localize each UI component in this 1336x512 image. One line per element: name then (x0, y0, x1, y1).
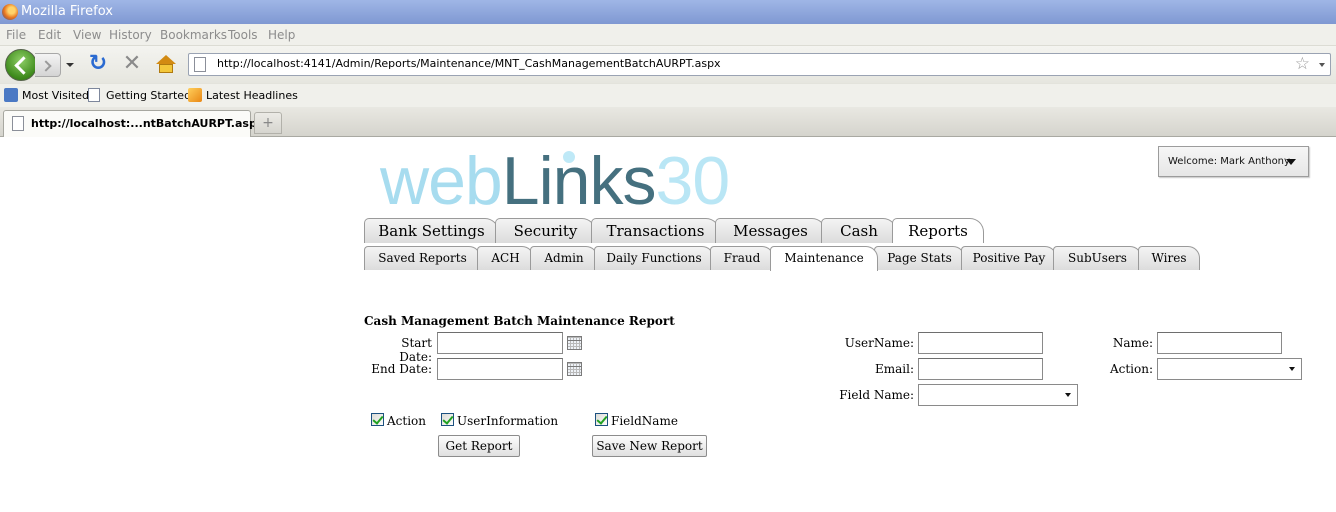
menu-bar: File Edit View History Bookmarks Tools H… (0, 24, 1336, 46)
browser-tab-active[interactable]: http://localhost:...ntBatchAURPT.aspx (3, 110, 264, 137)
subtab-admin[interactable]: Admin (530, 246, 598, 270)
most-visited-icon (4, 88, 18, 102)
subtab-page-stats[interactable]: Page Stats (874, 246, 965, 270)
weblinks-logo: webLinks30 (379, 143, 730, 212)
address-bar[interactable]: http://localhost:4141/Admin/Reports/Main… (188, 53, 1331, 76)
home-icon[interactable] (154, 53, 178, 77)
userinformation-checkbox-label: UserInformation (457, 414, 559, 428)
start-date-input[interactable] (437, 332, 563, 354)
tab-cash[interactable]: Cash (821, 218, 897, 243)
report-title: Cash Management Batch Maintenance Report (364, 314, 675, 328)
menu-history[interactable]: History (109, 28, 152, 42)
save-new-report-button[interactable]: Save New Report (592, 435, 707, 457)
bookmark-most-visited[interactable]: Most Visited (22, 89, 89, 102)
subtab-maintenance[interactable]: Maintenance (770, 246, 878, 271)
action-label: Action: (1109, 362, 1153, 376)
chevron-down-icon (1065, 393, 1071, 397)
userinformation-checkbox[interactable] (441, 413, 454, 426)
field-name-label: Field Name: (839, 388, 914, 402)
calendar-icon[interactable] (567, 336, 582, 350)
chevron-down-icon (1286, 159, 1296, 165)
getting-started-icon (88, 88, 100, 102)
page-icon (12, 116, 24, 131)
fieldname-checkbox-label: FieldName (611, 414, 678, 428)
subtab-saved-reports[interactable]: Saved Reports (364, 246, 481, 270)
logo-part-links: Links (502, 143, 656, 212)
tab-security[interactable]: Security (495, 218, 596, 243)
end-date-input[interactable] (437, 358, 563, 380)
action-checkbox[interactable] (371, 413, 384, 426)
name-input[interactable] (1157, 332, 1282, 354)
end-date-label: End Date: (371, 362, 432, 376)
reload-icon[interactable]: ↻ (86, 53, 110, 77)
forward-button[interactable] (35, 53, 61, 77)
back-button[interactable] (5, 49, 37, 81)
rss-icon (188, 88, 202, 102)
email-input[interactable] (918, 358, 1043, 380)
menu-file[interactable]: File (6, 28, 26, 42)
bookmarks-toolbar: Most Visited Getting Started Latest Head… (0, 83, 1336, 107)
name-label: Name: (1112, 336, 1153, 350)
calendar-icon[interactable] (567, 362, 582, 376)
firefox-logo-icon (2, 4, 18, 20)
action-select[interactable] (1157, 358, 1302, 380)
menu-help[interactable]: Help (268, 28, 295, 42)
svg-text:webLinks30: webLinks30 (379, 143, 729, 212)
menu-tools[interactable]: Tools (228, 28, 258, 42)
address-url[interactable]: http://localhost:4141/Admin/Reports/Main… (217, 57, 721, 70)
subtab-ach[interactable]: ACH (477, 246, 534, 270)
new-tab-button[interactable]: + (254, 112, 282, 134)
subtab-subusers[interactable]: SubUsers (1053, 246, 1142, 270)
logo-part-version: 30 (656, 143, 730, 212)
bookmark-getting-started[interactable]: Getting Started (106, 89, 191, 102)
history-dropdown-icon[interactable] (63, 57, 75, 71)
start-date-label: Start Date: (399, 336, 432, 364)
tab-bank-settings[interactable]: Bank Settings (364, 218, 499, 243)
username-input[interactable] (918, 332, 1043, 354)
subtab-positive-pay[interactable]: Positive Pay (961, 246, 1057, 270)
tab-reports[interactable]: Reports (892, 218, 984, 243)
logo-dot-icon (561, 149, 577, 165)
stop-icon[interactable]: ✕ (120, 53, 144, 77)
menu-edit[interactable]: Edit (38, 28, 61, 42)
menu-view[interactable]: View (73, 28, 101, 42)
bookmark-latest-headlines[interactable]: Latest Headlines (206, 89, 298, 102)
subtab-wires[interactable]: Wires (1138, 246, 1200, 270)
window-titlebar: Mozilla Firefox (0, 0, 1336, 24)
welcome-user-menu[interactable]: Welcome: Mark Anthony (1158, 146, 1309, 177)
welcome-label: Welcome: Mark Anthony (1168, 156, 1290, 167)
subtab-daily-functions[interactable]: Daily Functions (594, 246, 714, 270)
url-dropdown-icon[interactable] (1319, 63, 1325, 67)
tab-messages[interactable]: Messages (715, 218, 826, 243)
field-name-select[interactable] (918, 384, 1078, 406)
subtab-fraud[interactable]: Fraud (710, 246, 774, 270)
email-label: Email: (874, 362, 914, 376)
username-label: UserName: (844, 336, 914, 350)
get-report-button[interactable]: Get Report (438, 435, 520, 457)
menu-bookmarks[interactable]: Bookmarks (160, 28, 227, 42)
tab-transactions[interactable]: Transactions (591, 218, 720, 243)
page-icon (194, 57, 206, 72)
window-title: Mozilla Firefox (21, 4, 113, 19)
fieldname-checkbox[interactable] (595, 413, 608, 426)
action-checkbox-label: Action (387, 414, 426, 428)
chevron-down-icon (1289, 367, 1295, 371)
logo-part-web: web (379, 143, 502, 212)
browser-tab-label: http://localhost:...ntBatchAURPT.aspx (31, 117, 264, 130)
bookmark-star-icon[interactable]: ☆ (1295, 54, 1310, 74)
